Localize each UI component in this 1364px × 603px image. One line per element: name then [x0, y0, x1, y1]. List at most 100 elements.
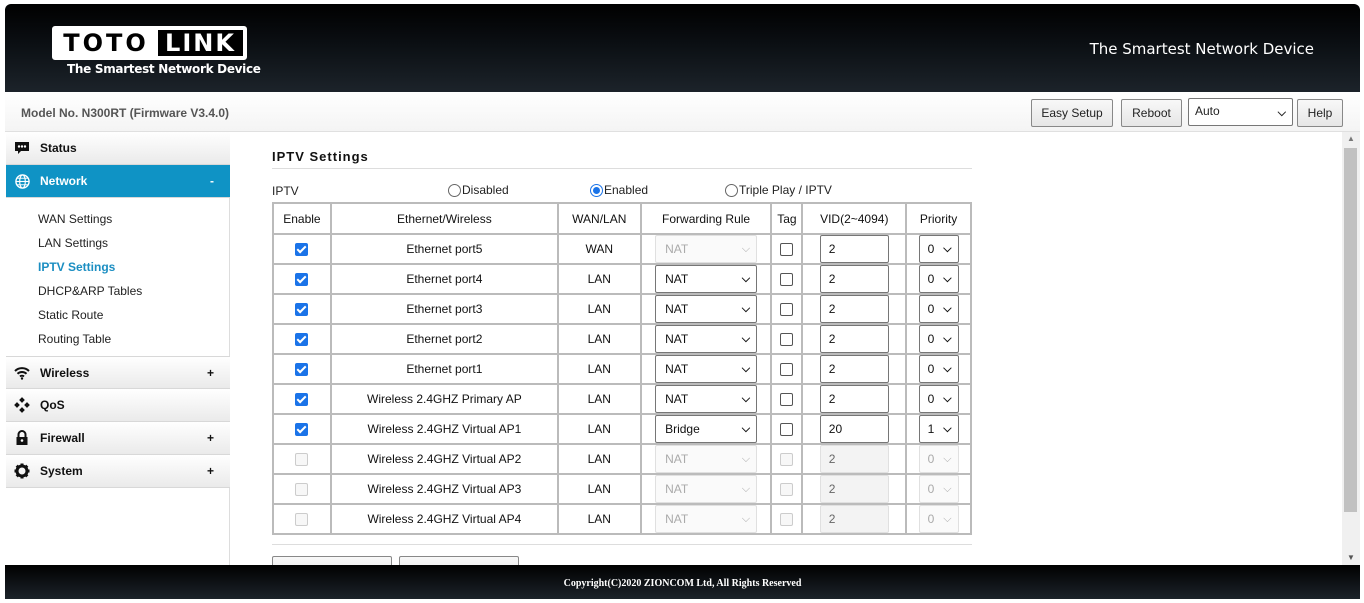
vid-input[interactable]: 20 [819, 415, 889, 443]
sidebar-sub-iptv-settings[interactable]: IPTV Settings [38, 260, 115, 274]
sidebar-label: System [40, 464, 83, 478]
forwarding-rule-select[interactable]: NAT ⌵ [655, 265, 758, 293]
enable-cell [272, 503, 332, 535]
sidebar-item-system[interactable]: System + [6, 455, 230, 488]
sidebar-item-status[interactable]: Status [6, 132, 230, 165]
apply-button[interactable]: Apply [272, 556, 392, 565]
priority-select[interactable]: 0 ⌵ [918, 325, 959, 353]
vid-cell: 2 [801, 263, 908, 295]
tag-checkbox[interactable] [780, 303, 794, 317]
enable-checkbox[interactable] [295, 513, 309, 527]
priority-select[interactable]: 0 ⌵ [918, 475, 959, 503]
easy-setup-button[interactable]: Easy Setup [1031, 99, 1113, 127]
forwarding-rule-select[interactable]: NAT ⌵ [655, 325, 758, 353]
iptv-mode-enabled-radio[interactable]: Enabled [590, 183, 648, 197]
enable-checkbox[interactable] [295, 363, 309, 377]
priority-select[interactable]: 0 ⌵ [918, 385, 959, 413]
enable-checkbox[interactable] [295, 393, 309, 407]
language-value: Auto [1195, 104, 1220, 118]
logo-tagline: The Smartest Network Device [67, 62, 261, 76]
scroll-up-arrow-icon[interactable]: ▲ [1342, 132, 1360, 146]
scroll-down-arrow-icon[interactable]: ▼ [1342, 551, 1360, 565]
wan-lan-type: WAN [556, 233, 642, 265]
vid-input[interactable]: 2 [819, 445, 889, 473]
sidebar-sub-routing-table[interactable]: Routing Table [38, 332, 111, 346]
tag-cell [770, 413, 804, 445]
vid-input[interactable]: 2 [819, 265, 889, 293]
enable-checkbox[interactable] [295, 243, 309, 257]
chevron-down-icon: ⌵ [943, 423, 952, 435]
forwarding-rule-select[interactable]: NAT ⌵ [655, 355, 758, 383]
vid-cell: 2 [801, 473, 908, 505]
iptv-label: IPTV [272, 184, 299, 198]
tag-checkbox[interactable] [780, 393, 794, 407]
priority-select[interactable]: 0 ⌵ [918, 505, 959, 533]
priority-select[interactable]: 1 ⌵ [918, 415, 959, 443]
forwarding-rule-value: NAT [665, 242, 689, 256]
enable-checkbox[interactable] [295, 333, 309, 347]
wifi-icon [14, 365, 30, 381]
chevron-down-icon: ⌵ [943, 303, 952, 315]
forwarding-rule-select[interactable]: NAT ⌵ [655, 385, 758, 413]
copyright-text: Copyright(C)2020 ZIONCOM Ltd, All Rights… [563, 578, 802, 589]
title-divider [272, 168, 972, 169]
forwarding-rule-cell: NAT ⌵ [639, 443, 773, 475]
enable-checkbox[interactable] [295, 453, 309, 467]
sidebar-item-qos[interactable]: QoS [6, 389, 230, 422]
tag-checkbox[interactable] [780, 243, 794, 257]
help-button[interactable]: Help [1297, 99, 1343, 127]
forwarding-rule-select[interactable]: NAT ⌵ [655, 295, 758, 323]
enable-checkbox[interactable] [295, 303, 309, 317]
table-row: Ethernet port2 LAN NAT ⌵ 2 0 ⌵ [272, 323, 972, 355]
tag-checkbox[interactable] [780, 453, 794, 467]
table-row: Wireless 2.4GHZ Primary AP LAN NAT ⌵ 2 0 ⌵ [272, 383, 972, 415]
sidebar-sub-static-route[interactable]: Static Route [38, 308, 103, 322]
sidebar-sub-lan-settings[interactable]: LAN Settings [38, 236, 108, 250]
vid-input[interactable]: 2 [819, 355, 889, 383]
tag-checkbox[interactable] [780, 483, 794, 497]
vertical-scrollbar[interactable]: ▲ ▼ [1342, 132, 1360, 565]
enable-checkbox[interactable] [295, 483, 309, 497]
iptv-mode-triple-play-radio[interactable]: Triple Play / IPTV [725, 183, 832, 197]
forwarding-rule-select[interactable]: Bridge ⌵ [655, 415, 758, 443]
tag-cell [770, 503, 804, 535]
forwarding-rule-select[interactable]: NAT ⌵ [655, 505, 758, 533]
enable-checkbox[interactable] [295, 423, 309, 437]
interface-name: Wireless 2.4GHZ Virtual AP3 [329, 473, 559, 505]
interface-name: Wireless 2.4GHZ Virtual AP1 [329, 413, 559, 445]
forwarding-rule-select[interactable]: NAT ⌵ [655, 445, 758, 473]
vid-input[interactable]: 2 [819, 475, 889, 503]
chevron-down-icon: ⌵ [741, 243, 751, 255]
priority-select[interactable]: 0 ⌵ [918, 355, 959, 383]
priority-select[interactable]: 0 ⌵ [918, 295, 959, 323]
expand-icon: + [206, 366, 214, 380]
tag-checkbox[interactable] [780, 513, 794, 527]
vid-input[interactable]: 2 [819, 295, 889, 323]
reboot-button[interactable]: Reboot [1121, 99, 1182, 127]
sidebar-sub-wan-settings[interactable]: WAN Settings [38, 212, 112, 226]
reset-button[interactable]: Reset [399, 556, 519, 565]
vid-input[interactable]: 2 [819, 385, 889, 413]
tag-checkbox[interactable] [780, 273, 794, 287]
vid-input[interactable]: 2 [819, 235, 889, 263]
forwarding-rule-select[interactable]: NAT ⌵ [655, 235, 758, 263]
tag-checkbox[interactable] [780, 423, 794, 437]
sidebar-item-network[interactable]: Network - [6, 165, 230, 198]
priority-select[interactable]: 0 ⌵ [918, 265, 959, 293]
priority-select[interactable]: 0 ⌵ [918, 445, 959, 473]
sidebar-item-firewall[interactable]: Firewall + [6, 422, 230, 455]
language-select[interactable]: Auto ⌵ [1188, 98, 1293, 126]
priority-select[interactable]: 0 ⌵ [918, 235, 959, 263]
tag-checkbox[interactable] [780, 333, 794, 347]
model-bar: Model No. N300RT (Firmware V3.4.0) Easy … [5, 92, 1360, 132]
vid-input[interactable]: 2 [819, 505, 889, 533]
iptv-mode-disabled-radio[interactable]: Disabled [448, 183, 509, 197]
forwarding-rule-select[interactable]: NAT ⌵ [655, 475, 758, 503]
sidebar-item-wireless[interactable]: Wireless + [6, 356, 230, 389]
vid-input[interactable]: 2 [819, 325, 889, 353]
tag-checkbox[interactable] [780, 363, 794, 377]
sidebar-sub-dhcp-arp-tables[interactable]: DHCP&ARP Tables [38, 284, 142, 298]
scrollbar-thumb[interactable] [1344, 148, 1357, 512]
enable-checkbox[interactable] [295, 273, 309, 287]
tag-cell [770, 263, 804, 295]
